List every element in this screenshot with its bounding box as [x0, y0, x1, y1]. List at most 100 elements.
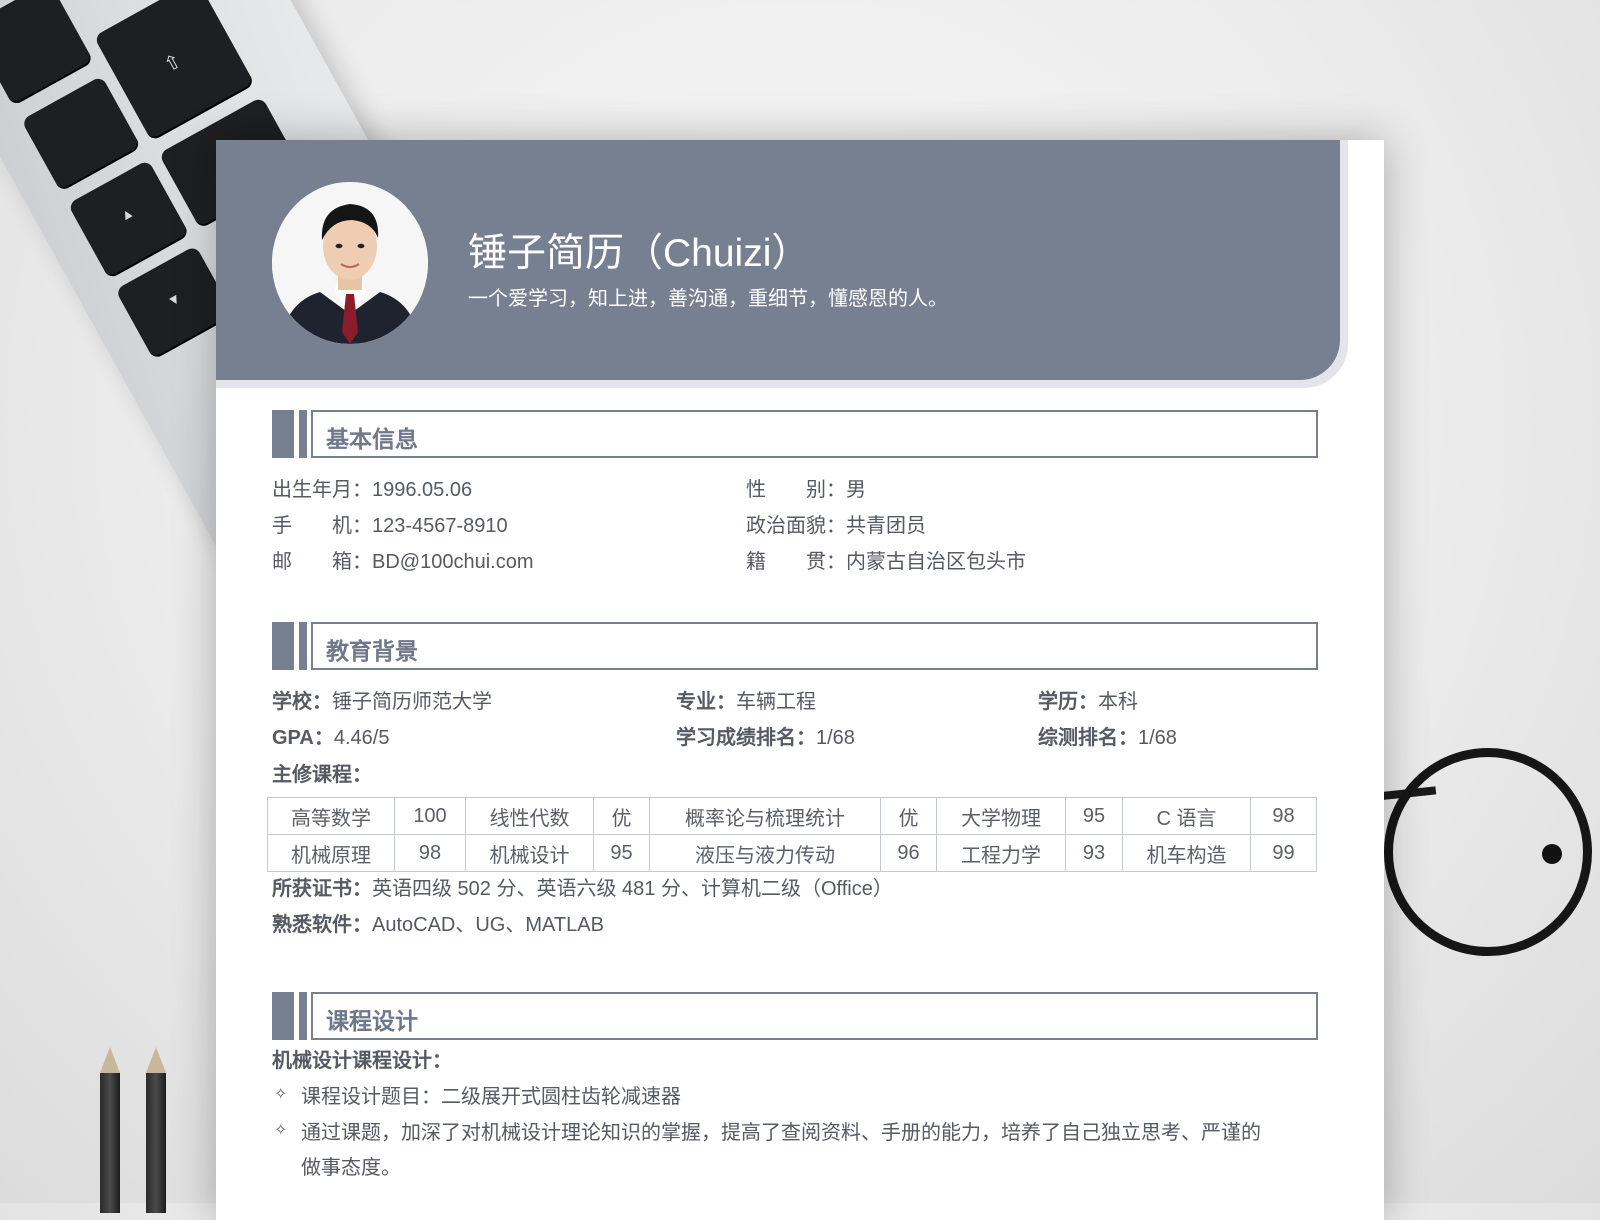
- info-label: 籍 贯：: [746, 551, 846, 573]
- section-basic-info: 基本信息: [272, 410, 1318, 458]
- person-portrait-icon: [272, 182, 428, 344]
- course-name: 高等数学: [267, 797, 395, 835]
- info-gender: 性 别：男: [746, 473, 866, 502]
- course-score: 93: [1065, 834, 1123, 872]
- section-marker: [272, 622, 294, 670]
- edu-value: 1/68: [1138, 727, 1177, 749]
- course-name: 概率论与梳理统计: [649, 797, 881, 835]
- section-title: 基本信息: [326, 426, 418, 452]
- info-value: BD@100chui.com: [372, 551, 534, 573]
- edu-school: 学校：锤子简历师范大学: [272, 685, 492, 714]
- edu-overall-rank: 综测排名：1/68: [1038, 721, 1177, 750]
- diamond-bullet-icon: ✧: [274, 1086, 288, 1103]
- edu-label: 学习成绩排名：: [676, 727, 816, 749]
- glasses-image: [1542, 844, 1562, 864]
- shift-icon: ⇧: [160, 49, 186, 78]
- course-name: 工程力学: [936, 834, 1066, 872]
- section-frame: [311, 622, 1318, 670]
- info-label: 性 别：: [746, 479, 846, 501]
- resume-page: 锤子简历（Chuizi） 一个爱学习，知上进，善沟通，重细节，懂感恩的人。 基本…: [216, 140, 1384, 1220]
- course-score: 100: [394, 797, 466, 835]
- info-value: 123-4567-8910: [372, 515, 508, 537]
- info-email: 邮 箱：BD@100chui.com: [272, 545, 533, 574]
- edu-label: 学历：: [1038, 691, 1098, 713]
- course-score: 98: [1250, 797, 1317, 835]
- section-marker: [299, 410, 307, 458]
- subtitle-text: 机械设计课程设计：: [272, 1050, 452, 1072]
- course-score: 96: [880, 834, 937, 872]
- course-score: 95: [593, 834, 650, 872]
- section-marker: [272, 992, 294, 1040]
- section-title: 课程设计: [326, 1008, 418, 1034]
- list-item-continuation: 做事态度。: [301, 1157, 401, 1179]
- arrow-up-icon: ▲: [116, 203, 137, 225]
- info-label: 邮 箱：: [272, 551, 372, 573]
- course-score: 98: [394, 834, 466, 872]
- edu-software: 熟悉软件：AutoCAD、UG、MATLAB: [272, 908, 604, 937]
- profile-photo: [272, 182, 428, 344]
- courses-table: 高等数学 100 线性代数 优 概率论与梳理统计 优 大学物理 95 C 语言 …: [267, 797, 1317, 872]
- course-score: 95: [1065, 797, 1123, 835]
- course-name: C 语言: [1122, 797, 1251, 835]
- edu-label: 专业：: [676, 691, 736, 713]
- section-marker: [299, 992, 307, 1040]
- info-value: 内蒙古自治区包头市: [846, 551, 1026, 573]
- edu-label: 学校：: [272, 691, 332, 713]
- course-score: 优: [880, 797, 937, 835]
- diamond-bullet-icon: ✧: [274, 1122, 288, 1139]
- info-phone: 手 机：123-4567-8910: [272, 509, 508, 538]
- info-label: 手 机：: [272, 515, 372, 537]
- info-label: 政治面貌：: [746, 515, 846, 537]
- course-name: 机械原理: [267, 834, 395, 872]
- edu-gpa: GPA：4.46/5: [272, 721, 389, 750]
- section-marker: [272, 410, 294, 458]
- resume-header: 锤子简历（Chuizi） 一个爱学习，知上进，善沟通，重细节，懂感恩的人。: [216, 140, 1340, 380]
- section-frame: [311, 992, 1318, 1040]
- course-design-subtitle: 机械设计课程设计：: [272, 1044, 452, 1073]
- edu-value: 锤子简历师范大学: [332, 691, 492, 713]
- edu-courses-label: 主修课程：: [272, 758, 372, 787]
- info-origin: 籍 贯：内蒙古自治区包头市: [746, 545, 1026, 574]
- resume-name: 锤子简历（Chuizi）: [468, 232, 811, 275]
- course-name: 机械设计: [465, 834, 594, 872]
- edu-rank: 学习成绩排名：1/68: [676, 721, 855, 750]
- edu-value: 英语四级 502 分、英语六级 481 分、计算机二级（Office）: [372, 878, 893, 900]
- section-frame: [311, 410, 1318, 458]
- edu-major: 专业：车辆工程: [676, 685, 816, 714]
- edu-value: 本科: [1098, 691, 1138, 713]
- section-title: 教育背景: [326, 638, 418, 664]
- section-education: 教育背景: [272, 622, 1318, 670]
- edu-label: 综测排名：: [1038, 727, 1138, 749]
- course-name: 液压与液力传动: [649, 834, 881, 872]
- table-row: 机械原理 98 机械设计 95 液压与液力传动 96 工程力学 93 机车构造 …: [267, 834, 1317, 872]
- course-name: 机车构造: [1122, 834, 1251, 872]
- edu-value: 4.46/5: [333, 727, 390, 749]
- info-value: 男: [846, 479, 866, 501]
- course-score: 99: [1250, 834, 1317, 872]
- info-label: 出生年月：: [272, 479, 372, 501]
- edu-value: 车辆工程: [736, 691, 816, 713]
- course-score: 优: [593, 797, 650, 835]
- pencil-image: [100, 1047, 120, 1213]
- table-row: 高等数学 100 线性代数 优 概率论与梳理统计 优 大学物理 95 C 语言 …: [267, 797, 1317, 835]
- section-course-design: 课程设计: [272, 992, 1318, 1040]
- list-item: 课程设计题目：二级展开式圆柱齿轮减速器: [301, 1086, 681, 1108]
- course-name: 线性代数: [465, 797, 594, 835]
- edu-label: 熟悉软件：: [272, 914, 372, 936]
- edu-value: 1/68: [816, 727, 855, 749]
- info-value: 1996.05.06: [372, 479, 473, 501]
- info-value: 共青团员: [846, 515, 926, 537]
- section-marker: [299, 622, 307, 670]
- arrow-down-icon: ▼: [164, 289, 185, 310]
- course-name: 大学物理: [936, 797, 1066, 835]
- info-birth: 出生年月：1996.05.06: [272, 473, 472, 502]
- edu-label: GPA：: [272, 727, 334, 749]
- edu-label: 所获证书：: [272, 878, 372, 900]
- edu-value: AutoCAD、UG、MATLAB: [372, 914, 604, 936]
- list-item: 通过课题，加深了对机械设计理论知识的掌握，提高了查阅资料、手册的能力，培养了自己…: [301, 1122, 1261, 1144]
- edu-certificates: 所获证书：英语四级 502 分、英语六级 481 分、计算机二级（Office）: [272, 872, 893, 901]
- edu-degree: 学历：本科: [1038, 685, 1138, 714]
- pencil-image: [146, 1047, 166, 1213]
- resume-motto: 一个爱学习，知上进，善沟通，重细节，懂感恩的人。: [468, 288, 948, 310]
- info-politics: 政治面貌：共青团员: [746, 509, 926, 538]
